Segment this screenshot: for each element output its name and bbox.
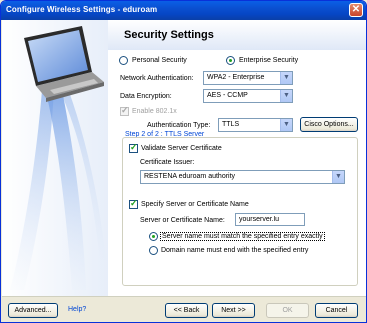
laptop-wireless-icon [10,26,106,290]
chevron-down-icon: ▼ [280,90,292,102]
auth-type-label: Authentication Type: [147,122,211,129]
data-encryption-select[interactable]: AES - CCMP ▼ [203,89,293,103]
close-icon: ✕ [351,4,361,15]
chevron-down-icon: ▼ [280,119,292,131]
network-auth-select[interactable]: WPA2 - Enterprise ▼ [203,71,293,85]
server-name-field[interactable] [236,214,304,225]
domain-match-radio[interactable] [149,246,158,255]
specify-server-option[interactable]: Specify Server or Certificate Name [129,198,249,209]
advanced-button[interactable]: Advanced... [8,303,58,318]
data-encryption-value: AES - CCMP [207,92,248,99]
enable-8021x-option: Enable 802.1x [120,105,177,116]
data-encryption-label: Data Encryption: [120,93,172,100]
validate-cert-option[interactable]: Validate Server Certificate [129,142,222,153]
domain-match-label: Domain name must end with the specified … [160,247,309,255]
network-auth-label: Network Authentication: [120,75,194,82]
exact-match-label: Server name must match the specified ent… [159,232,325,242]
personal-security-radio[interactable] [119,56,128,65]
next-button[interactable]: Next >> [212,303,255,318]
enterprise-security-label: Enterprise Security [238,57,299,65]
cancel-button[interactable]: Cancel [315,303,358,318]
title-bar: Configure Wireless Settings - eduroam ✕ [1,1,366,20]
specify-server-label: Specify Server or Certificate Name [140,201,249,209]
cert-issuer-value: RESTENA eduroam authority [144,173,236,180]
server-name-label: Server or Certificate Name: [140,217,225,224]
exact-match-radio[interactable] [149,232,158,241]
server-name-input[interactable] [235,213,305,226]
header-band: Security Settings [108,20,366,50]
dialog-window: Configure Wireless Settings - eduroam ✕ [0,0,367,323]
enterprise-security-radio[interactable] [226,56,235,65]
personal-security-option[interactable]: Personal Security [119,56,187,65]
cert-issuer-label: Certificate Issuer: [140,159,195,166]
ok-button: OK [266,303,309,318]
domain-match-option[interactable]: Domain name must end with the specified … [149,246,308,255]
chevron-down-icon: ▼ [332,171,344,183]
laptop-illustration [2,20,108,296]
cert-issuer-select[interactable]: RESTENA eduroam authority ▼ [140,170,345,184]
auth-type-value: TTLS [222,121,240,128]
enterprise-security-option[interactable]: Enterprise Security [226,56,298,65]
exact-match-option[interactable]: Server name must match the specified ent… [149,232,325,242]
close-button[interactable]: ✕ [349,3,363,17]
enable-8021x-label: Enable 802.1x [131,108,177,116]
page-title: Security Settings [124,29,214,41]
main-panel: Security Settings Personal Security Ente… [108,20,366,296]
enable-8021x-checkbox [120,105,129,116]
network-auth-value: WPA2 - Enterprise [207,74,265,81]
auth-type-select[interactable]: TTLS ▼ [218,118,293,132]
cisco-options-button[interactable]: Cisco Options... [300,117,358,132]
help-link[interactable]: Help? [68,306,86,313]
validate-cert-checkbox[interactable] [129,142,138,153]
validate-cert-label: Validate Server Certificate [140,145,222,153]
footer-bar: Advanced... Help? << Back Next >> OK Can… [2,296,366,322]
window-title: Configure Wireless Settings - eduroam [6,5,158,14]
personal-security-label: Personal Security [131,57,187,65]
chevron-down-icon: ▼ [280,72,292,84]
back-button[interactable]: << Back [165,303,208,318]
specify-server-checkbox[interactable] [129,198,138,209]
